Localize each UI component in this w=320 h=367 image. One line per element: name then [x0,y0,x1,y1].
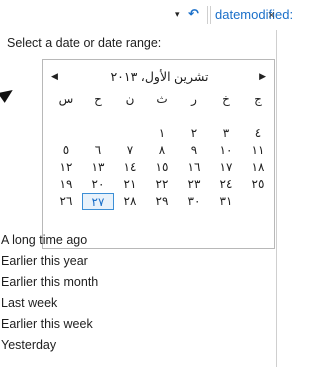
calendar-day [114,125,146,142]
calendar-day[interactable]: ١١ [242,142,274,159]
calendar-grid: ج خ ر ث ن ح س ٤ ٣ ٢ ١ ١١ ١٠ ٩ ٨ ٧ ٦ ٥ ١٨ ١٧ ١٦ ١٥ ١٤ ١٣ ١٢ ٢٥ ٢٤ ٢٣… [48,91,274,210]
calendar-day[interactable]: ١٢ [50,159,82,176]
calendar-day[interactable]: ٢٦ [50,193,82,210]
close-icon[interactable]: × [268,8,275,22]
calendar-day[interactable]: ٢٢ [146,176,178,193]
calendar-week-row [48,108,274,125]
calendar-week-row: ٤٣٢١ [48,125,274,142]
calendar-day[interactable]: ١٣ [82,159,114,176]
date-range-item[interactable]: Last week [0,293,276,314]
calendar-day [114,108,146,125]
calendar-day[interactable]: ٩ [178,142,210,159]
calendar-day[interactable]: ١٤ [114,159,146,176]
month-title[interactable]: تشرين الأول، ٢٠١٣ [43,69,276,84]
calendar-day[interactable]: ١٨ [242,159,274,176]
date-range-list: A long time ago Earlier this year Earlier … [0,230,276,356]
panel-prompt: Select a date or date range: [7,36,162,50]
calendar-day[interactable]: ٢ [178,125,210,142]
calendar-header: تشرين الأول، ٢٠١٣ ◀ ▶ [43,69,276,87]
calendar-day[interactable]: ٥ [50,142,82,159]
calendar: تشرين الأول، ٢٠١٣ ◀ ▶ ج خ ر ث ن ح س ٤ ٣ ٢ ١ ١١ ١٠ ٩ ٨ ٧… [42,59,275,249]
chevron-down-icon[interactable]: ▾ [175,9,180,20]
calendar-week-row: ٢٥ ٢٤ ٢٣ ٢٢ ٢١ ٢٠ ١٩ [48,176,274,193]
search-input[interactable]: datemodified: [215,7,293,22]
calendar-day [82,108,114,125]
calendar-week-row: ١٨ ١٧ ١٦ ١٥ ١٤ ١٣ ١٢ [48,159,274,176]
calendar-day[interactable]: ٤ [242,125,274,142]
prev-month-icon[interactable]: ◀ [51,71,58,82]
weekday-label: ج [254,92,262,106]
calendar-day[interactable]: ٢٩ [146,193,178,210]
calendar-week-row: ٣١ ٣٠ ٢٩ ٢٨ ٢٧ ٢٦ [48,193,274,210]
weekday-label: ر [191,92,197,106]
calendar-day [178,108,210,125]
next-month-icon[interactable]: ▶ [259,71,266,82]
calendar-day[interactable]: ٢١ [114,176,146,193]
date-range-item[interactable]: Earlier this month [0,272,276,293]
cursor-arrow-icon [0,85,17,103]
calendar-day [146,108,178,125]
back-icon[interactable]: ↶ [188,7,199,21]
calendar-day[interactable]: ٢٤ [210,176,242,193]
calendar-day-today[interactable]: ٢٧ [82,193,114,210]
weekday-label: خ [222,92,230,106]
calendar-day [50,108,82,125]
date-range-item[interactable]: Yesterday [0,335,276,356]
calendar-day[interactable]: ٣ [210,125,242,142]
calendar-day[interactable]: ٨ [146,142,178,159]
date-range-item[interactable]: Earlier this week [0,314,276,335]
calendar-day [242,193,274,210]
search-toolbar: ▾ ↶ datemodified: × [0,0,293,31]
date-filter-panel: Select a date or date range: تشرين الأول… [0,30,277,367]
calendar-day[interactable]: ٦ [82,142,114,159]
calendar-day[interactable]: ١٠ [210,142,242,159]
calendar-day[interactable]: ١ [146,125,178,142]
weekday-label: س [58,92,74,106]
calendar-day [82,125,114,142]
weekday-header-row: جخرثنحس [48,91,274,108]
calendar-day[interactable]: ٢٠ [82,176,114,193]
calendar-day[interactable]: ٢٣ [178,176,210,193]
calendar-day[interactable]: ٢٥ [242,176,274,193]
calendar-day [242,108,274,125]
calendar-day[interactable]: ١٧ [210,159,242,176]
date-range-item[interactable]: Earlier this year [0,251,276,272]
calendar-day[interactable]: ١٦ [178,159,210,176]
weekday-label: ح [94,92,102,106]
calendar-day[interactable]: ٢٨ [114,193,146,210]
calendar-day[interactable]: ١٩ [50,176,82,193]
date-range-item[interactable]: A long time ago [0,230,276,251]
calendar-day[interactable]: ٣١ [210,193,242,210]
calendar-day[interactable]: ٣٠ [178,193,210,210]
weekday-label: ث [156,92,168,106]
calendar-day [210,108,242,125]
weekday-label: ن [125,92,135,106]
calendar-day [50,125,82,142]
divider [207,6,211,24]
calendar-day[interactable]: ٧ [114,142,146,159]
calendar-day[interactable]: ١٥ [146,159,178,176]
calendar-week-row: ١١ ١٠ ٩ ٨ ٧ ٦ ٥ [48,142,274,159]
